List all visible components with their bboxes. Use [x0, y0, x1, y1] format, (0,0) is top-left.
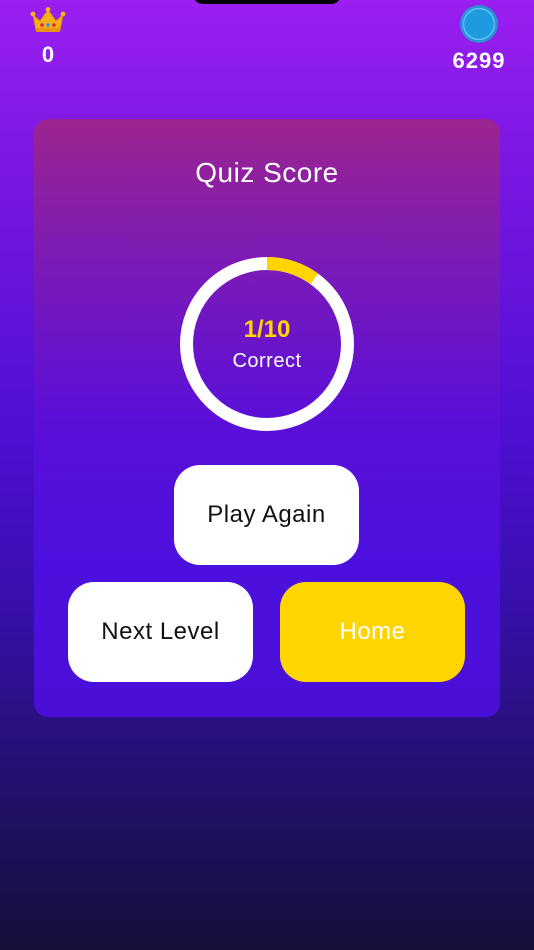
card-title: Quiz Score — [195, 157, 339, 188]
home-button[interactable]: Home — [280, 582, 465, 682]
score-ring: 1/10 Correct — [180, 257, 354, 431]
crown-icon — [30, 7, 66, 32]
device-notch — [193, 0, 341, 4]
crown-count: 0 — [41, 42, 55, 67]
score-ring-graphic — [180, 257, 354, 431]
score-value: 1/10 — [243, 316, 291, 343]
next-level-button[interactable]: Next Level — [68, 582, 253, 682]
coin-count: 6299 — [452, 48, 506, 73]
crown-counter: 0 — [28, 6, 68, 68]
ring-track — [180, 257, 354, 431]
coin-icon — [460, 5, 498, 43]
play-again-button[interactable]: Play Again — [174, 465, 359, 565]
coin-counter: 6299 — [444, 4, 514, 74]
quiz-score-card: Quiz Score 1/10 Correct Play Again Next … — [34, 119, 500, 717]
score-label: Correct — [232, 350, 302, 372]
